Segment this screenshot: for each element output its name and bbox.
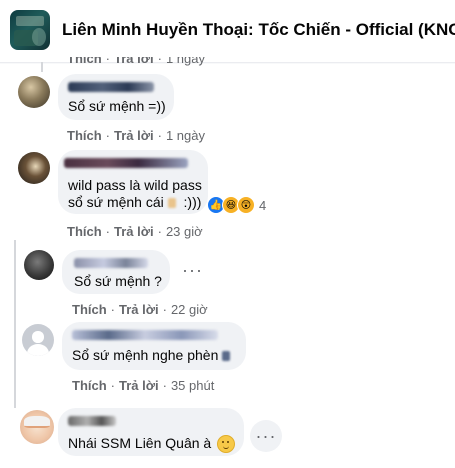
- reaction-summary[interactable]: 👍 😆 😲 4: [207, 196, 266, 214]
- comment-bubble: wild pass là wild pass sổ sứ mệnh cái :)…: [58, 150, 208, 214]
- comment-bubble: Sổ sứ mệnh ?: [62, 250, 170, 294]
- commenter-avatar[interactable]: [22, 324, 54, 356]
- reply-link[interactable]: Trả lời: [114, 128, 154, 143]
- comment-actions: Thích · Trả lời · 1 ngày: [67, 57, 205, 67]
- reaction-count: 4: [259, 197, 267, 213]
- comment-actions: Thích · Trả lời · 23 giờ: [67, 224, 203, 239]
- comment-actions: Thích · Trả lời · 1 ngày: [67, 128, 205, 143]
- comment-bubble: Sổ sứ mệnh nghe phèn: [62, 322, 246, 370]
- page-title[interactable]: Liên Minh Huyền Thoại: Tốc Chiến - Offic…: [62, 20, 455, 40]
- like-link[interactable]: Thích: [72, 302, 107, 317]
- comment-text-line1: wild pass là wild pass: [68, 177, 202, 193]
- commenter-name[interactable]: [68, 82, 154, 92]
- reply-link[interactable]: Trả lời: [119, 378, 159, 393]
- reply-link[interactable]: Trả lời: [114, 224, 154, 239]
- comment-text: Sổ sứ mệnh =)): [68, 98, 166, 114]
- comment-bubble: Sổ sứ mệnh =)): [58, 74, 174, 120]
- comment-time[interactable]: 1 ngày: [166, 128, 205, 143]
- like-link[interactable]: Thích: [67, 224, 102, 239]
- comment-actions: Thích · Trả lời · 22 giờ: [72, 302, 208, 317]
- comment-actions: Thích · Trả lời · 35 phút: [72, 378, 215, 393]
- censored-text: [222, 351, 231, 362]
- comment-time[interactable]: 1 ngày: [166, 57, 205, 66]
- commenter-name[interactable]: [64, 158, 188, 168]
- commenter-name[interactable]: [68, 416, 116, 426]
- commenter-avatar[interactable]: [18, 152, 50, 184]
- like-link[interactable]: Thích: [67, 128, 102, 143]
- comment-text-line2: sổ sứ mệnh cái :))): [68, 194, 202, 210]
- page-avatar[interactable]: [10, 10, 50, 50]
- wow-reaction-icon: 😲: [237, 196, 255, 214]
- censored-text: [167, 198, 176, 209]
- reply-link[interactable]: Trả lời: [119, 302, 159, 317]
- like-link[interactable]: Thích: [67, 57, 102, 66]
- commenter-avatar[interactable]: [20, 410, 54, 444]
- smile-emoji-icon: [217, 435, 236, 454]
- commenter-name[interactable]: [72, 330, 218, 340]
- thread-line: [14, 240, 16, 408]
- comment-text: Sổ sứ mệnh nghe phèn: [72, 346, 231, 364]
- comment-time[interactable]: 23 giờ: [166, 224, 203, 239]
- more-options-icon[interactable]: ···: [182, 260, 203, 281]
- reply-link[interactable]: Trả lời: [114, 57, 154, 66]
- comment-text: Sổ sứ mệnh ?: [74, 273, 162, 289]
- more-options-button[interactable]: ···: [250, 420, 282, 452]
- more-options-icon: ···: [255, 425, 277, 446]
- thread-line: [41, 62, 43, 72]
- comment-time[interactable]: 35 phút: [171, 378, 214, 393]
- commenter-name[interactable]: [74, 258, 148, 268]
- comment-text: Nhái SSM Liên Quân à: [68, 434, 236, 454]
- like-link[interactable]: Thích: [72, 378, 107, 393]
- comment-time[interactable]: 22 giờ: [171, 302, 208, 317]
- commenter-avatar[interactable]: [24, 250, 54, 280]
- comment-bubble: Nhái SSM Liên Quân à: [58, 408, 244, 456]
- commenter-avatar[interactable]: [18, 76, 50, 108]
